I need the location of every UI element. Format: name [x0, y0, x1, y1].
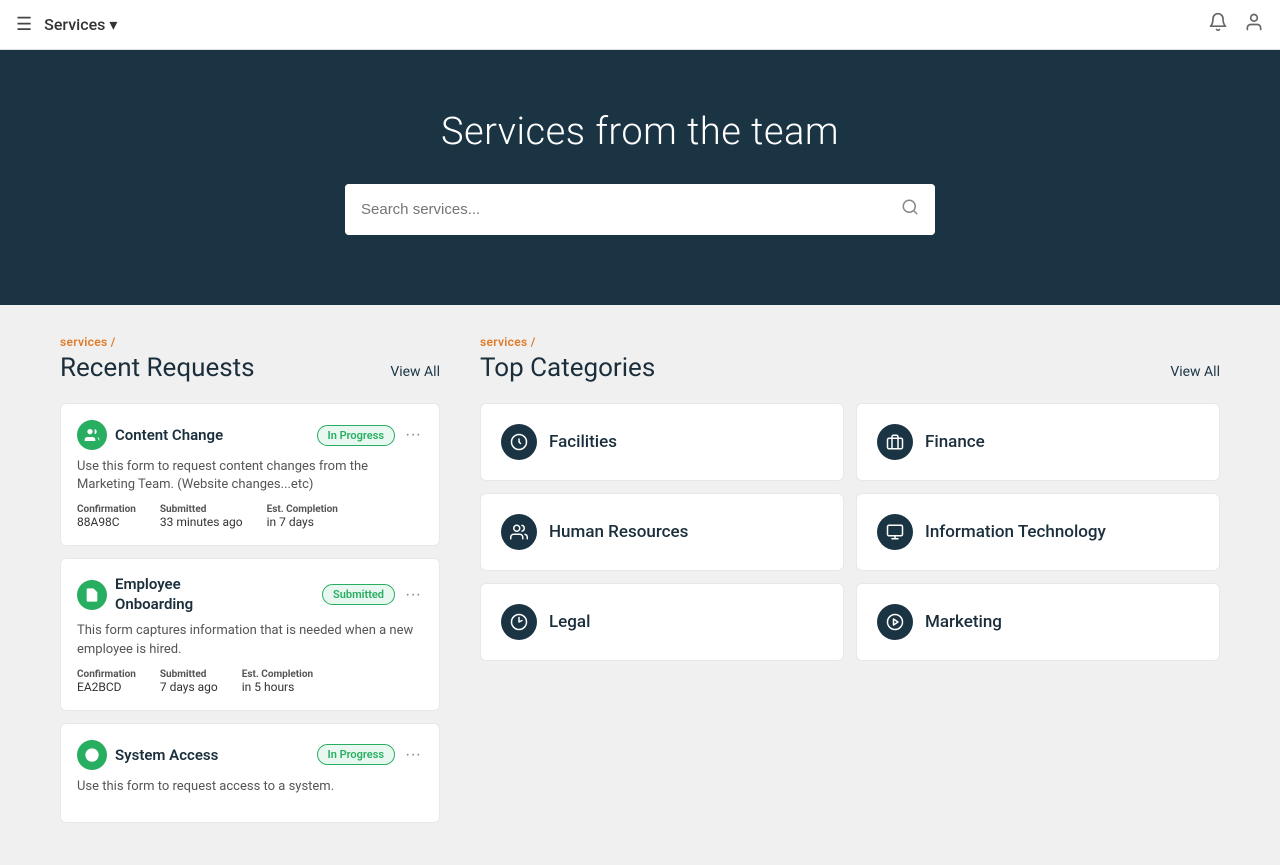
card-header-right-onboarding: Submitted ··· — [322, 584, 423, 605]
card-title-row-onboarding: EmployeeOnboarding — [77, 575, 193, 614]
finance-name: Finance — [925, 432, 985, 452]
meta-confirmation-onboarding: Confirmation EA2BCD — [77, 669, 136, 694]
categories-title: Top Categories — [480, 353, 655, 383]
topnav: ☰ Services ▾ — [0, 0, 1280, 50]
card-title-system-access: System Access — [115, 746, 218, 764]
topnav-brand[interactable]: Services ▾ — [44, 15, 117, 34]
top-categories-panel: services / Top Categories View All Facil… — [480, 335, 1220, 835]
meta-submitted-value: 33 minutes ago — [160, 515, 243, 529]
topnav-left: ☰ Services ▾ — [16, 14, 117, 35]
card-header-right: In Progress ··· — [317, 425, 423, 446]
card-ellipsis-content-change[interactable]: ··· — [403, 426, 423, 444]
card-icon-content-change — [77, 420, 107, 450]
user-icon[interactable] — [1244, 12, 1264, 37]
card-ellipsis-system-access[interactable]: ··· — [403, 746, 423, 764]
card-meta-onboarding: Confirmation EA2BCD Submitted 7 days ago… — [77, 669, 423, 694]
card-header-system-access: System Access In Progress ··· — [77, 740, 423, 770]
meta-submitted-value-onboarding: 7 days ago — [160, 680, 218, 694]
categories-grid: Facilities Finance — [480, 403, 1220, 661]
meta-confirmation-value: 88A98C — [77, 515, 136, 529]
hr-icon — [501, 514, 537, 550]
request-card-system-access: System Access In Progress ··· Use this f… — [60, 723, 440, 823]
search-input[interactable] — [345, 184, 885, 235]
card-desc-onboarding: This form captures information that is n… — [77, 622, 423, 658]
request-card-content-change: Content Change In Progress ··· Use this … — [60, 403, 440, 546]
meta-confirmation-label-onboarding: Confirmation — [77, 669, 136, 680]
card-icon-system-access — [77, 740, 107, 770]
hr-name: Human Resources — [549, 522, 688, 542]
meta-submitted-onboarding: Submitted 7 days ago — [160, 669, 218, 694]
status-badge-content-change: In Progress — [317, 425, 395, 446]
recent-view-all[interactable]: View All — [390, 364, 440, 380]
status-badge-system-access: In Progress — [317, 744, 395, 765]
categories-header: Top Categories View All — [480, 353, 1220, 383]
category-card-legal[interactable]: Legal — [480, 583, 844, 661]
meta-confirmation-label: Confirmation — [77, 504, 136, 515]
categories-breadcrumb: services / — [480, 335, 1220, 349]
category-card-hr[interactable]: Human Resources — [480, 493, 844, 571]
card-header-onboarding: EmployeeOnboarding Submitted ··· — [77, 575, 423, 614]
marketing-icon — [877, 604, 913, 640]
meta-est-value-onboarding: in 5 hours — [242, 680, 313, 694]
status-badge-onboarding: Submitted — [322, 584, 395, 605]
topnav-right — [1208, 12, 1264, 37]
card-title-row: Content Change — [77, 420, 223, 450]
meta-est-completion: Est. Completion in 7 days — [267, 504, 338, 529]
card-header-right-system-access: In Progress ··· — [317, 744, 423, 765]
recent-title: Recent Requests — [60, 353, 255, 383]
meta-est-value: in 7 days — [267, 515, 338, 529]
category-card-finance[interactable]: Finance — [856, 403, 1220, 481]
meta-est-onboarding: Est. Completion in 5 hours — [242, 669, 313, 694]
meta-submitted-label-onboarding: Submitted — [160, 669, 218, 680]
legal-icon — [501, 604, 537, 640]
card-title-content-change: Content Change — [115, 426, 223, 444]
meta-confirmation: Confirmation 88A98C — [77, 504, 136, 529]
card-ellipsis-onboarding[interactable]: ··· — [403, 586, 423, 604]
card-header: Content Change In Progress ··· — [77, 420, 423, 450]
main-content: services / Recent Requests View All — [0, 305, 1280, 865]
categories-view-all[interactable]: View All — [1170, 364, 1220, 380]
it-icon — [877, 514, 913, 550]
category-card-it[interactable]: Information Technology — [856, 493, 1220, 571]
bell-icon[interactable] — [1208, 12, 1228, 37]
card-icon-onboarding — [77, 580, 107, 610]
recent-requests-panel: services / Recent Requests View All — [60, 335, 440, 835]
meta-submitted: Submitted 33 minutes ago — [160, 504, 243, 529]
card-desc-content-change: Use this form to request content changes… — [77, 458, 423, 494]
category-card-facilities[interactable]: Facilities — [480, 403, 844, 481]
hamburger-icon[interactable]: ☰ — [16, 14, 32, 35]
it-name: Information Technology — [925, 522, 1106, 542]
meta-submitted-label: Submitted — [160, 504, 243, 515]
recent-breadcrumb: services / — [60, 335, 440, 349]
hero-title: Services from the team — [20, 110, 1260, 154]
recent-header: Recent Requests View All — [60, 353, 440, 383]
request-card-employee-onboarding: EmployeeOnboarding Submitted ··· This fo… — [60, 558, 440, 710]
meta-est-label: Est. Completion — [267, 504, 338, 515]
facilities-icon — [501, 424, 537, 460]
card-meta-content-change: Confirmation 88A98C Submitted 33 minutes… — [77, 504, 423, 529]
marketing-name: Marketing — [925, 612, 1002, 632]
category-card-marketing[interactable]: Marketing — [856, 583, 1220, 661]
card-title-row-system-access: System Access — [77, 740, 218, 770]
hero-banner: Services from the team — [0, 50, 1280, 305]
search-button[interactable] — [885, 184, 935, 235]
facilities-name: Facilities — [549, 432, 617, 452]
card-title-onboarding: EmployeeOnboarding — [115, 575, 193, 614]
legal-name: Legal — [549, 612, 590, 632]
search-bar — [345, 184, 935, 235]
card-desc-system-access: Use this form to request access to a sys… — [77, 778, 423, 796]
meta-confirmation-value-onboarding: EA2BCD — [77, 680, 136, 694]
finance-icon — [877, 424, 913, 460]
meta-est-label-onboarding: Est. Completion — [242, 669, 313, 680]
